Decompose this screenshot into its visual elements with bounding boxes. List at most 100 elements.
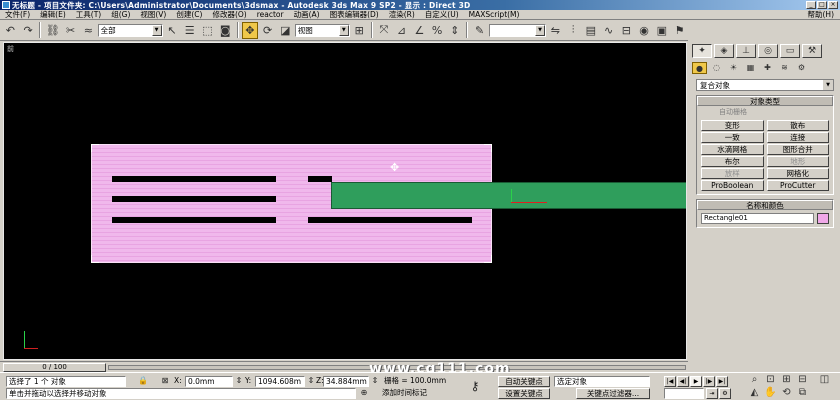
terrain-button[interactable]: 地形 xyxy=(766,156,829,167)
angle-snap-icon[interactable]: ∠ xyxy=(411,22,428,39)
schematic-view-icon[interactable]: ⊟ xyxy=(618,22,635,39)
proboolean-button[interactable]: ProBoolean xyxy=(701,180,764,191)
minimize-button[interactable]: _ xyxy=(806,1,816,9)
key-filter-dropdown[interactable]: 选定对象 xyxy=(554,376,650,387)
unlink-icon[interactable]: ✂ xyxy=(62,22,79,39)
time-tag-icon[interactable]: ⊕ xyxy=(359,388,369,398)
next-frame-icon[interactable]: |▶ xyxy=(703,376,715,387)
menu-animation[interactable]: 动画(A) xyxy=(289,9,325,20)
key-icon[interactable]: ⚷ xyxy=(470,380,480,392)
maximize-button[interactable]: □ xyxy=(817,1,827,9)
boolean-button[interactable]: 布尔 xyxy=(701,156,764,167)
material-editor-icon[interactable]: ◉ xyxy=(636,22,653,39)
morph-button[interactable]: 变形 xyxy=(701,120,764,131)
region-zoom-icon[interactable]: ◫ xyxy=(818,374,831,386)
geometry-icon[interactable]: ● xyxy=(692,62,707,74)
create-tab-icon[interactable]: ✦ xyxy=(692,44,712,58)
current-frame-input[interactable] xyxy=(664,388,704,399)
cameras-icon[interactable]: ▦ xyxy=(743,62,758,74)
render-setup-icon[interactable]: ▣ xyxy=(653,22,670,39)
modify-tab-icon[interactable]: ◈ xyxy=(714,44,734,58)
spinner-snap-icon[interactable]: ⇕ xyxy=(447,22,464,39)
named-selection-sets-dropdown[interactable]: ▼ xyxy=(488,23,547,37)
select-and-scale-icon[interactable]: ◪ xyxy=(277,22,294,39)
key-filters-button[interactable]: 关键点过滤器... xyxy=(576,388,650,399)
app-icon[interactable] xyxy=(2,1,10,9)
procutter-button[interactable]: ProCutter xyxy=(766,180,829,191)
manipulate-icon[interactable]: ⤧ xyxy=(376,22,393,39)
move-gizmo-y-axis[interactable] xyxy=(511,189,512,203)
selection-filter-dropdown[interactable]: 全部 ▼ xyxy=(97,23,163,37)
quick-render-icon[interactable]: ⚑ xyxy=(671,22,688,39)
add-time-tag[interactable]: 添加时间标记 xyxy=(382,388,448,399)
object-name-input[interactable]: Rectangle01 xyxy=(701,213,814,224)
hierarchy-tab-icon[interactable]: ⊥ xyxy=(736,44,756,58)
pivot-center-icon[interactable]: ⊞ xyxy=(351,22,368,39)
zoom-all-icon[interactable]: ⊡ xyxy=(764,374,777,386)
zoom-extents-icon[interactable]: ⊞ xyxy=(780,374,793,386)
go-to-end-icon[interactable]: ▶| xyxy=(716,376,728,387)
menu-group[interactable]: 组(G) xyxy=(106,9,135,20)
select-and-move-icon[interactable]: ✥ xyxy=(241,21,259,39)
front-viewport[interactable]: 前 ✥ xyxy=(3,42,687,360)
absolute-mode-icon[interactable]: ⊠ xyxy=(160,376,170,386)
move-gizmo-x-axis[interactable] xyxy=(511,202,547,203)
loft-button[interactable]: 放样 xyxy=(701,168,764,179)
shapemerge-button[interactable]: 图形合并 xyxy=(766,144,829,155)
pan-icon[interactable]: ✋ xyxy=(764,387,777,399)
select-object-icon[interactable]: ↖ xyxy=(164,22,181,39)
object-type-header[interactable]: 对象类型 xyxy=(697,96,833,106)
zoom-extents-all-icon[interactable]: ⊟ xyxy=(796,374,809,386)
menu-modifiers[interactable]: 修改器(O) xyxy=(207,9,251,20)
menu-reactor[interactable]: reactor xyxy=(252,10,289,19)
time-slider[interactable]: 0 / 100 xyxy=(3,363,106,372)
blobmesh-button[interactable]: 水滴网格 xyxy=(701,144,764,155)
y-coordinate-input[interactable]: 1094.608m xyxy=(255,376,305,387)
menu-rendering[interactable]: 渲染(R) xyxy=(384,9,420,20)
menu-tools[interactable]: 工具(T) xyxy=(71,9,106,20)
display-tab-icon[interactable]: ▭ xyxy=(780,44,800,58)
x-coordinate-input[interactable]: 0.0mm xyxy=(185,376,233,387)
play-icon[interactable]: ▶ xyxy=(690,376,702,387)
menu-edit[interactable]: 编辑(E) xyxy=(35,9,71,20)
menu-maxscript[interactable]: MAXScript(M) xyxy=(464,10,525,19)
rectangular-selection-icon[interactable]: ⬚ xyxy=(199,22,216,39)
go-to-start-icon[interactable]: |◀ xyxy=(664,376,676,387)
lights-icon[interactable]: ☀ xyxy=(726,62,741,74)
helpers-icon[interactable]: ✚ xyxy=(760,62,775,74)
name-and-color-header[interactable]: 名称和颜色 xyxy=(697,200,833,210)
scatter-button[interactable]: 散布 xyxy=(766,120,829,131)
arc-rotate-icon[interactable]: ⟲ xyxy=(780,387,793,399)
link-icon[interactable]: ⛓ xyxy=(44,22,61,39)
menu-create[interactable]: 创建(C) xyxy=(171,9,207,20)
named-selection-icon[interactable]: ✎ xyxy=(471,22,488,39)
mesher-button[interactable]: 网格化 xyxy=(766,168,829,179)
curve-editor-icon[interactable]: ∿ xyxy=(600,22,617,39)
key-mode-icon[interactable]: ⇥ xyxy=(706,388,718,399)
time-config-icon[interactable]: ⚙ xyxy=(719,388,731,399)
zoom-icon[interactable]: ⌕ xyxy=(748,374,761,386)
green-box-object[interactable] xyxy=(331,182,686,209)
object-category-dropdown[interactable]: 复合对象 ▼ xyxy=(696,79,834,91)
space-warps-icon[interactable]: ≋ xyxy=(777,62,792,74)
previous-frame-icon[interactable]: ◀| xyxy=(677,376,689,387)
bind-space-warp-icon[interactable]: ≈ xyxy=(80,22,97,39)
menu-file[interactable]: 文件(F) xyxy=(0,9,35,20)
undo-icon[interactable]: ↶ xyxy=(2,22,19,39)
connect-button[interactable]: 连接 xyxy=(766,132,829,143)
select-by-name-icon[interactable]: ☰ xyxy=(181,22,198,39)
layer-manager-icon[interactable]: ▤ xyxy=(583,22,600,39)
redo-icon[interactable]: ↷ xyxy=(20,22,37,39)
menu-help[interactable]: 帮助(H) xyxy=(802,9,840,20)
percent-snap-icon[interactable]: % xyxy=(429,22,446,39)
spinner-icon[interactable]: ⇕ xyxy=(370,376,380,386)
reference-coord-dropdown[interactable]: 视图 ▼ xyxy=(294,23,350,37)
align-icon[interactable]: ⫶ xyxy=(565,22,582,39)
maximize-viewport-icon[interactable]: ⧉ xyxy=(796,387,809,399)
conform-button[interactable]: 一致 xyxy=(701,132,764,143)
viewport-label[interactable]: 前 xyxy=(7,44,14,54)
select-and-rotate-icon[interactable]: ⟳ xyxy=(259,22,276,39)
spinner-icon[interactable]: ⇕ xyxy=(306,376,316,386)
menu-graph-editors[interactable]: 图表编辑器(D) xyxy=(325,9,384,20)
systems-icon[interactable]: ⚙ xyxy=(794,62,809,74)
